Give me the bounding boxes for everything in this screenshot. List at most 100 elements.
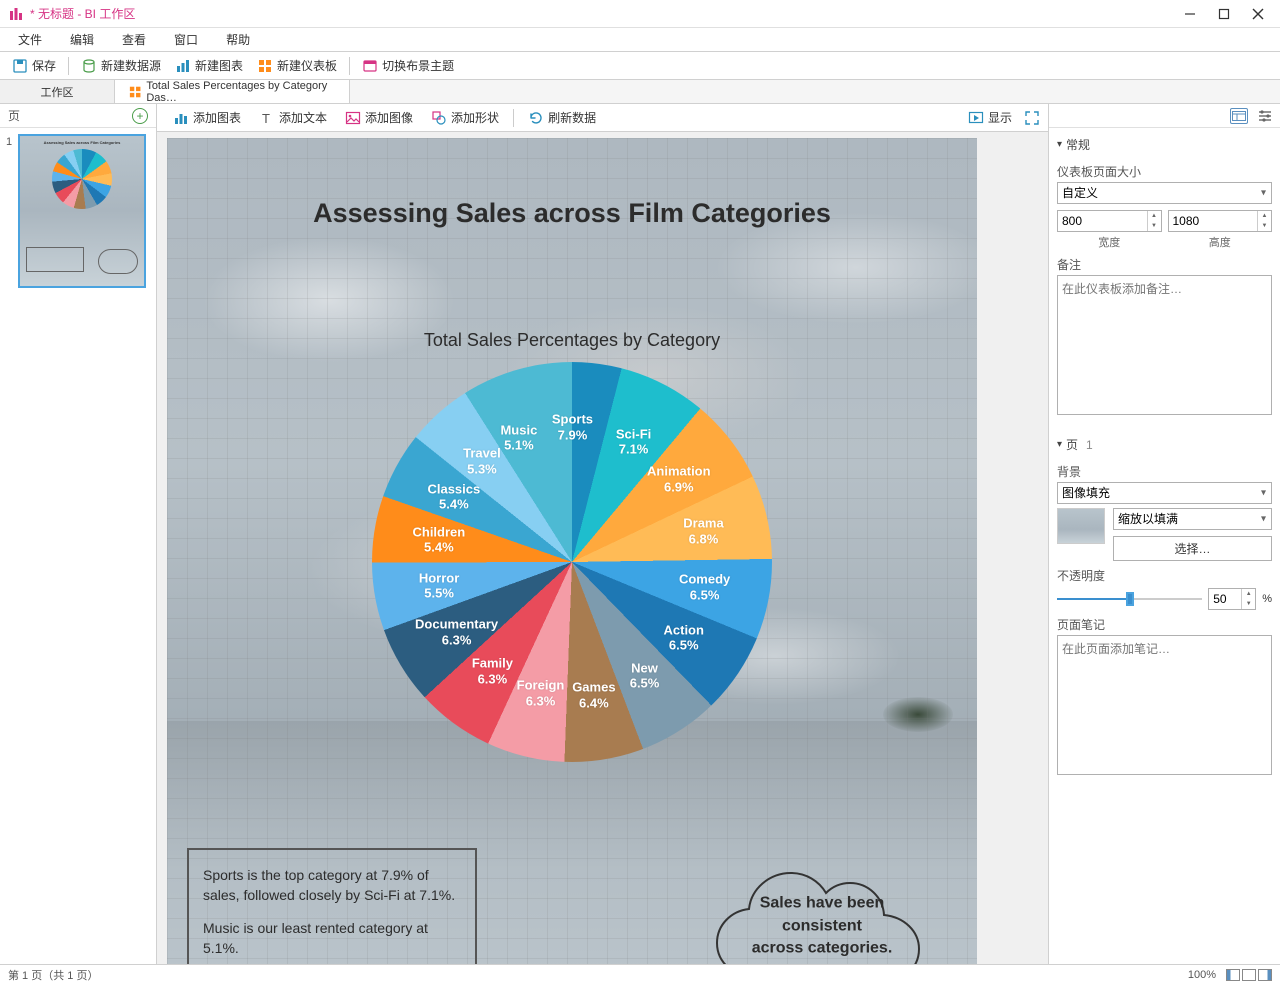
stepper-up-icon[interactable]: ▲: [1242, 589, 1255, 599]
main-area: 页 + 1 Assessing Sales across Film Catego…: [0, 104, 1280, 964]
bar-chart-icon: [173, 110, 189, 126]
switch-theme-button[interactable]: 切换布景主题: [356, 55, 460, 76]
bg-fill-select[interactable]: 图像填充: [1057, 482, 1272, 504]
bg-image-thumbnail[interactable]: [1057, 508, 1105, 544]
stepper-down-icon[interactable]: ▼: [1258, 221, 1271, 231]
add-chart-button[interactable]: 添加图表: [165, 107, 249, 128]
view-mode-2-icon[interactable]: [1242, 969, 1256, 981]
canvas-toolbar: 添加图表 T 添加文本 添加图像 添加形状 刷新数据: [157, 104, 1048, 132]
menu-view[interactable]: 查看: [108, 29, 160, 50]
toolbar-separator: [68, 57, 69, 75]
opacity-field[interactable]: [1209, 589, 1241, 609]
canvas-area: 添加图表 T 添加文本 添加图像 添加形状 刷新数据: [157, 104, 1048, 964]
document-tabs: 工作区 Total Sales Percentages by Category …: [0, 80, 1280, 104]
present-label: 显示: [988, 109, 1012, 126]
save-button[interactable]: 保存: [6, 55, 62, 76]
tab-dashboard-label: Total Sales Percentages by Category Das…: [146, 80, 335, 104]
close-button[interactable]: [1250, 6, 1266, 22]
view-mode-1-icon[interactable]: [1226, 969, 1240, 981]
switch-theme-label: 切换布景主题: [382, 57, 454, 74]
section-page: ▾ 页 1 背景 图像填充 缩放以填满 选择… 不透明度: [1057, 432, 1272, 778]
menu-window[interactable]: 窗口: [160, 29, 212, 50]
menu-file[interactable]: 文件: [4, 29, 56, 50]
bg-scale-select[interactable]: 缩放以填满: [1113, 508, 1272, 530]
chart-icon: [175, 58, 191, 74]
new-datasource-button[interactable]: 新建数据源: [75, 55, 167, 76]
window-title: * 无标题 - BI 工作区: [30, 5, 1182, 22]
new-chart-label: 新建图表: [195, 57, 243, 74]
menu-help[interactable]: 帮助: [212, 29, 264, 50]
width-input[interactable]: ▲▼: [1057, 210, 1162, 232]
pie-wheel: [372, 362, 772, 762]
opacity-slider[interactable]: [1057, 591, 1202, 607]
width-field[interactable]: [1058, 211, 1147, 231]
add-page-button[interactable]: +: [132, 108, 148, 124]
menu-edit[interactable]: 编辑: [56, 29, 108, 50]
titlebar: * 无标题 - BI 工作区: [0, 0, 1280, 28]
minimize-button[interactable]: [1182, 6, 1198, 22]
view-mode-3-icon[interactable]: [1258, 969, 1272, 981]
pie-chart[interactable]: Sports7.9%Sci-Fi7.1%Animation6.9%Drama6.…: [372, 362, 772, 762]
opacity-label: 不透明度: [1057, 567, 1272, 584]
new-datasource-label: 新建数据源: [101, 57, 161, 74]
toolbar-separator: [513, 109, 514, 127]
dashboard-icon: [129, 85, 141, 99]
annotation-textbox[interactable]: Sports is the top category at 7.9% of sa…: [187, 848, 477, 964]
percent-label: %: [1262, 593, 1272, 605]
stepper-up-icon[interactable]: ▲: [1258, 211, 1271, 221]
shape-icon: [431, 110, 447, 126]
pages-panel-header: 页 +: [0, 104, 156, 128]
bg-label: 背景: [1057, 463, 1272, 480]
add-image-label: 添加图像: [365, 109, 413, 126]
new-chart-button[interactable]: 新建图表: [169, 55, 249, 76]
height-input[interactable]: ▲▼: [1168, 210, 1273, 232]
present-button[interactable]: 显示: [964, 107, 1016, 128]
page-thumbnails: 1 Assessing Sales across Film Categories: [0, 128, 156, 294]
tab-workspace[interactable]: 工作区: [0, 80, 115, 103]
zoom-level[interactable]: 100%: [1188, 969, 1216, 981]
refresh-data-button[interactable]: 刷新数据: [520, 107, 604, 128]
add-shape-label: 添加形状: [451, 109, 499, 126]
properties-tabs: [1049, 104, 1280, 128]
play-icon: [968, 110, 984, 126]
add-image-button[interactable]: 添加图像: [337, 107, 421, 128]
stepper-down-icon[interactable]: ▼: [1148, 221, 1161, 231]
statusbar: 第 1 页（共 1 页） 100%: [0, 964, 1280, 984]
dashboard-page[interactable]: Assessing Sales across Film Categories T…: [167, 138, 977, 964]
text-icon: T: [259, 110, 275, 126]
fullscreen-icon[interactable]: [1024, 110, 1040, 126]
page-size-select[interactable]: 自定义: [1057, 182, 1272, 204]
tab-dashboard[interactable]: Total Sales Percentages by Category Das…: [115, 80, 350, 103]
cloud-shape[interactable]: Sales have been consistent across catego…: [707, 838, 937, 964]
properties-tab-settings-icon[interactable]: [1256, 108, 1274, 124]
stepper-up-icon[interactable]: ▲: [1148, 211, 1161, 221]
page-thumbnail[interactable]: Assessing Sales across Film Categories: [18, 134, 146, 288]
tab-workspace-label: 工作区: [41, 84, 74, 100]
bg-fill-select-wrap: 图像填充: [1057, 482, 1272, 504]
save-label: 保存: [32, 57, 56, 74]
section-page-header[interactable]: ▾ 页 1: [1057, 432, 1272, 457]
image-icon: [345, 110, 361, 126]
maximize-button[interactable]: [1216, 6, 1232, 22]
section-general-header[interactable]: ▾ 常规: [1057, 132, 1272, 157]
properties-tab-layout-icon[interactable]: [1230, 108, 1248, 124]
opacity-input[interactable]: ▲▼: [1208, 588, 1256, 610]
height-field[interactable]: [1169, 211, 1258, 231]
chevron-down-icon: ▾: [1057, 139, 1062, 150]
add-text-button[interactable]: T 添加文本: [251, 107, 335, 128]
add-text-label: 添加文本: [279, 109, 327, 126]
new-dashboard-button[interactable]: 新建仪表板: [251, 55, 343, 76]
stepper-down-icon[interactable]: ▼: [1242, 599, 1255, 609]
page-notes-input[interactable]: [1057, 635, 1272, 775]
dashboard-notes-input[interactable]: [1057, 275, 1272, 415]
page-size-label: 仪表板页面大小: [1057, 163, 1272, 180]
add-shape-button[interactable]: 添加形状: [423, 107, 507, 128]
choose-image-button[interactable]: 选择…: [1113, 536, 1272, 561]
page-indicator: 第 1 页（共 1 页）: [8, 967, 98, 983]
dashboard-title[interactable]: Assessing Sales across Film Categories: [167, 198, 977, 229]
canvas-scroll[interactable]: Assessing Sales across Film Categories T…: [157, 132, 1048, 964]
notes-label: 备注: [1057, 256, 1272, 273]
page-notes-label: 页面笔记: [1057, 616, 1272, 633]
database-icon: [81, 58, 97, 74]
chevron-down-icon: ▾: [1057, 439, 1062, 450]
